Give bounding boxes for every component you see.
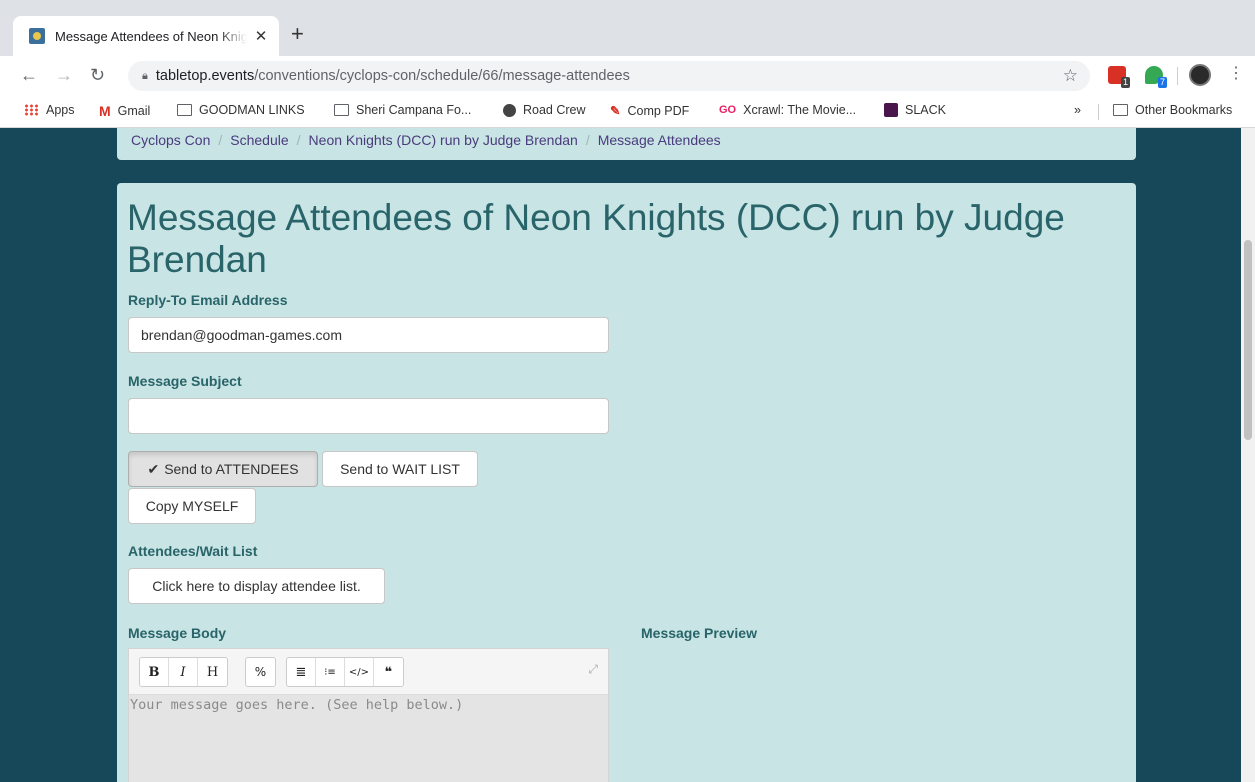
markdown-editor[interactable]: B I H % ≣ ⁝≡ </> ❝ ⤢ Your message goes h… bbox=[128, 648, 609, 782]
browser-tabstrip: Message Attendees of Neon Knights (DCC) … bbox=[0, 0, 1255, 56]
send-to-attendees-toggle[interactable]: ✔ Send to ATTENDEES bbox=[128, 451, 318, 487]
numbered-list-button[interactable]: ⁝≡ bbox=[316, 658, 345, 686]
bookmarks-overflow-chevron-icon[interactable]: » bbox=[1074, 103, 1081, 117]
text-format-group: B I H bbox=[139, 657, 228, 687]
heading-button[interactable]: H bbox=[198, 658, 227, 686]
send-to-attendees-label: Send to ATTENDEES bbox=[164, 461, 299, 477]
lock-icon: 🔒︎ bbox=[142, 69, 148, 82]
bookmark-road-crew[interactable]: Road Crew bbox=[503, 103, 586, 117]
folder-icon bbox=[334, 104, 349, 116]
bookmark-other[interactable]: Other Bookmarks bbox=[1113, 103, 1232, 117]
quote-button[interactable]: ❝ bbox=[374, 658, 403, 686]
bookmark-goodman-links[interactable]: GOODMAN LINKS bbox=[177, 103, 305, 117]
reply-to-email-input[interactable] bbox=[128, 317, 609, 353]
breadcrumb-separator: / bbox=[218, 132, 223, 148]
forward-arrow-icon[interactable]: → bbox=[55, 64, 73, 86]
bookmark-slack[interactable]: SLACK bbox=[884, 103, 946, 117]
breadcrumb-event[interactable]: Neon Knights (DCC) run by Judge Brendan bbox=[309, 132, 578, 148]
code-button[interactable]: </> bbox=[345, 658, 374, 686]
copy-myself-toggle[interactable]: Copy MYSELF bbox=[128, 488, 256, 524]
checkmark-icon: ✔ bbox=[147, 460, 160, 477]
bookmark-xcrawl[interactable]: GO Xcrawl: The Movie... bbox=[719, 103, 856, 117]
calendar-extension-icon[interactable]: 1 bbox=[1108, 66, 1130, 88]
message-preview-label: Message Preview bbox=[641, 625, 757, 641]
breadcrumb-current: Message Attendees bbox=[597, 132, 721, 148]
pdf-icon: ✎ bbox=[610, 104, 621, 118]
send-to-waitlist-label: Send to WAIT LIST bbox=[340, 461, 460, 477]
url-path: /conventions/cyclops-con/schedule/66/mes… bbox=[254, 68, 630, 84]
toolbar-divider bbox=[1177, 67, 1178, 85]
site-favicon-icon bbox=[29, 28, 45, 44]
go-icon: GO bbox=[719, 104, 737, 116]
italic-button[interactable]: I bbox=[169, 658, 198, 686]
display-attendee-list-label: Click here to display attendee list. bbox=[152, 578, 361, 594]
link-button[interactable]: % bbox=[246, 658, 275, 686]
folder-icon bbox=[177, 104, 192, 116]
display-attendee-list-button[interactable]: Click here to display attendee list. bbox=[128, 568, 385, 604]
bold-button[interactable]: B bbox=[140, 658, 169, 686]
send-to-waitlist-toggle[interactable]: Send to WAIT LIST bbox=[322, 451, 478, 487]
breadcrumb-separator: / bbox=[296, 132, 301, 148]
bookmark-star-icon[interactable]: ☆ bbox=[1063, 66, 1078, 86]
reload-icon[interactable]: ↻ bbox=[90, 64, 105, 86]
breadcrumb-cyclops-con[interactable]: Cyclops Con bbox=[131, 132, 210, 148]
reply-to-label: Reply-To Email Address bbox=[128, 292, 288, 308]
message-body-placeholder[interactable]: Your message goes here. (See help below.… bbox=[129, 695, 608, 715]
bookmark-apps[interactable]: Apps bbox=[24, 103, 75, 117]
subject-input[interactable] bbox=[128, 398, 609, 434]
bulleted-list-button[interactable]: ≣ bbox=[287, 658, 316, 686]
slack-icon bbox=[884, 103, 898, 117]
page-scrollbar-thumb[interactable] bbox=[1244, 240, 1252, 440]
gmail-icon: M bbox=[99, 103, 111, 119]
bookmarks-bar: Apps M Gmail GOODMAN LINKS Sheri Campana … bbox=[0, 96, 1255, 128]
tab-close-icon[interactable]: ✕ bbox=[253, 27, 269, 45]
tab-title: Message Attendees of Neon Knights (DCC) … bbox=[55, 28, 247, 44]
browser-tab[interactable]: Message Attendees of Neon Knights (DCC) … bbox=[13, 16, 279, 56]
folder-icon bbox=[1113, 104, 1128, 116]
editor-toolbar: B I H % ≣ ⁝≡ </> ❝ ⤢ bbox=[129, 649, 608, 695]
profile-avatar[interactable] bbox=[1189, 64, 1211, 86]
bookmark-comp-pdf[interactable]: ✎ Comp PDF bbox=[610, 103, 689, 119]
breadcrumb-separator: / bbox=[585, 132, 590, 148]
link-group: % bbox=[245, 657, 276, 687]
apps-icon bbox=[24, 104, 39, 116]
maps-extension-icon[interactable]: 7 bbox=[1145, 66, 1167, 88]
message-form-panel: Message Attendees of Neon Knights (DCC) … bbox=[117, 183, 1136, 782]
bookmark-gmail[interactable]: M Gmail bbox=[99, 103, 150, 119]
extension-badge: 1 bbox=[1120, 77, 1130, 88]
bookmark-sheri-campana[interactable]: Sheri Campana Fo... bbox=[334, 103, 471, 117]
new-tab-button[interactable]: + bbox=[291, 22, 304, 46]
page-scrollbar-track[interactable] bbox=[1241, 128, 1255, 782]
breadcrumb-schedule[interactable]: Schedule bbox=[230, 132, 288, 148]
block-format-group: ≣ ⁝≡ </> ❝ bbox=[286, 657, 404, 687]
address-bar[interactable]: 🔒︎ tabletop.events/conventions/cyclops-c… bbox=[128, 61, 1090, 91]
breadcrumb: Cyclops Con / Schedule / Neon Knights (DCC) … bbox=[117, 128, 1136, 160]
subject-label: Message Subject bbox=[128, 373, 242, 389]
extension-badge: 7 bbox=[1157, 77, 1167, 88]
page-title: Message Attendees of Neon Knights (DCC) … bbox=[127, 197, 1065, 280]
bookmarks-divider bbox=[1098, 104, 1099, 120]
back-arrow-icon[interactable]: ← bbox=[20, 64, 38, 86]
copy-myself-label: Copy MYSELF bbox=[145, 498, 239, 514]
browser-toolbar: ← → ↻ 🔒︎ tabletop.events/conventions/cyc… bbox=[0, 56, 1255, 96]
globe-icon bbox=[503, 103, 516, 117]
attendees-waitlist-label: Attendees/Wait List bbox=[128, 543, 258, 559]
url-host: tabletop.events bbox=[155, 68, 255, 84]
expand-icon[interactable]: ⤢ bbox=[588, 662, 598, 677]
message-body-label: Message Body bbox=[128, 625, 227, 641]
menu-kebab-icon[interactable]: ⋮ bbox=[1228, 64, 1244, 84]
